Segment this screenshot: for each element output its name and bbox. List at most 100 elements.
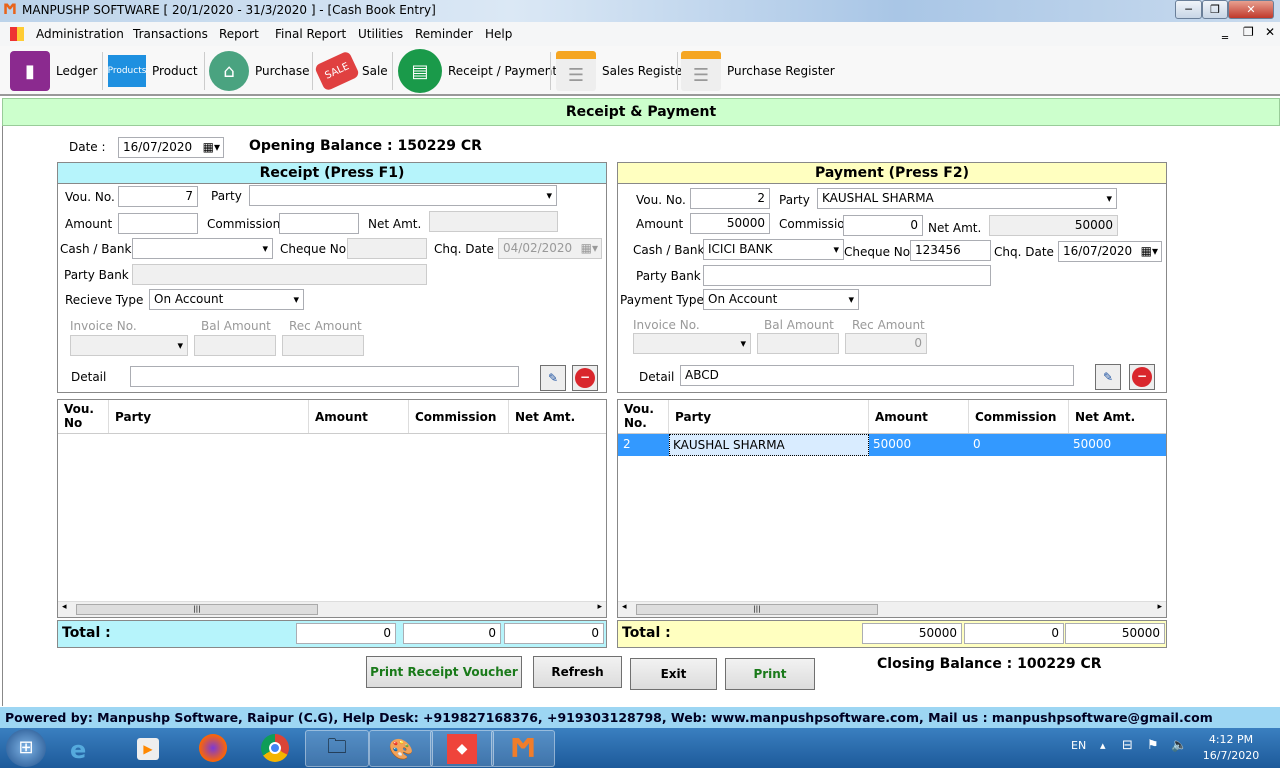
payment-commission-input[interactable]: 0 [843,215,923,236]
receipt-panel-title: Receipt (Press F1) [58,163,606,184]
internet-explorer-icon[interactable]: e [70,736,86,764]
scroll-left-icon[interactable]: ◂ [62,602,67,612]
scroll-thumb[interactable]: ||| [76,604,318,615]
payment-cash-bank-select[interactable]: ICICI BANK [703,239,844,260]
payment-detail-input[interactable]: ABCD [680,365,1074,386]
payment-delete-button[interactable]: − [1129,364,1155,390]
manpushp-logo-icon: Ϻ [510,733,536,764]
receipt-party-bank-label: Party Bank [64,268,129,282]
clock[interactable]: 4:12 PM 16/7/2020 [1200,732,1262,764]
network-icon[interactable]: ⊟ [1122,738,1133,753]
receipt-commission-input[interactable] [279,213,359,234]
basket-icon: ⌂ [209,51,249,91]
paint-task[interactable]: 🎨 [369,730,433,767]
column-header[interactable]: Vou. No [58,400,109,433]
receipt-vou-input[interactable]: 7 [118,186,198,207]
receipt-total-row: Total : 0 0 0 [57,620,607,648]
horizontal-scrollbar[interactable]: ◂ ||| ▸ [58,601,606,617]
payment-edit-button[interactable]: ✎ [1095,364,1121,390]
payment-commission-label: Commission [779,217,853,231]
payment-chq-date-picker[interactable]: 16/07/2020 ▦▾ [1058,241,1162,262]
show-hidden-icons[interactable]: ▴ [1100,739,1106,752]
column-header[interactable]: Vou. No. [618,400,669,433]
toolbar-receipt-payment-button[interactable]: ▤ Receipt / Payment [398,46,557,96]
column-header[interactable]: Amount [309,400,409,433]
media-player-icon[interactable]: ▶ [137,738,159,760]
language-indicator[interactable]: EN [1071,739,1086,752]
column-header[interactable]: Commission [409,400,509,433]
toolbar-sale-button[interactable]: SALE Sale [313,46,388,96]
menu-utilities[interactable]: Utilities [358,27,403,41]
menu-report[interactable]: Report [219,27,259,41]
manpushp-task[interactable]: Ϻ [491,730,555,767]
receipt-cash-bank-select[interactable] [132,238,273,259]
toolbar-ledger-button[interactable]: ▮ Ledger [10,46,97,96]
menu-final-report[interactable]: Final Report [275,27,346,41]
maximize-button[interactable]: ❐ [1202,0,1228,19]
column-header[interactable]: Commission [969,400,1069,433]
payment-vou-input[interactable]: 2 [690,188,770,209]
payment-cheque-input[interactable]: 123456 [910,240,991,261]
toolbar-purchase-button[interactable]: ⌂ Purchase [209,46,310,96]
toolbar-label: Sale [362,64,388,78]
receipt-amount-input[interactable] [118,213,198,234]
mdi-close-button[interactable]: ✕ [1265,25,1275,39]
exit-button[interactable]: Exit [630,658,717,690]
scroll-right-icon[interactable]: ▸ [597,602,602,612]
products-icon: Products [108,55,146,87]
print-button[interactable]: Print [725,658,815,690]
menu-help[interactable]: Help [485,27,512,41]
payment-bal-label: Bal Amount [764,318,834,332]
action-center-flag-icon[interactable]: ⚑ [1147,738,1159,753]
mdi-icon [10,27,24,41]
menu-administration[interactable]: Administration [36,27,124,41]
toolbar-purchase-register-button[interactable]: ☰ Purchase Register [681,46,835,96]
volume-icon[interactable]: 🔈 [1171,738,1187,753]
payment-amount-input[interactable]: 50000 [690,213,770,234]
file-explorer-task[interactable]: 🗀 [305,730,369,767]
column-header[interactable]: Net Amt. [1069,400,1166,433]
menu-reminder[interactable]: Reminder [415,27,473,41]
receipt-total-amount: 0 [296,623,396,644]
column-header[interactable]: Party [109,400,309,433]
scroll-right-icon[interactable]: ▸ [1157,602,1162,612]
payment-party-select[interactable]: KAUSHAL SHARMA [817,188,1117,209]
scroll-thumb[interactable]: ||| [636,604,878,615]
chrome-icon[interactable] [261,734,289,762]
scroll-left-icon[interactable]: ◂ [622,602,627,612]
date-picker[interactable]: 16/07/2020 ▦▾ [118,137,224,158]
column-header[interactable]: Party [669,400,869,433]
minimize-button[interactable]: ─ [1175,0,1202,19]
start-button[interactable]: ⊞ [6,729,46,767]
anydesk-icon: ◆ [447,733,477,764]
horizontal-scrollbar[interactable]: ◂ ||| ▸ [618,601,1166,617]
table-row[interactable]: 2 KAUSHAL SHARMA 50000 0 50000 [618,434,1166,456]
menu-transactions[interactable]: Transactions [133,27,208,41]
anydesk-task[interactable]: ◆ [430,730,494,767]
toolbar-sales-register-button[interactable]: ☰ Sales Register [556,46,687,96]
page-title: Receipt & Payment [2,98,1280,126]
mdi-restore-button[interactable]: ❐ [1243,25,1254,39]
receipt-delete-button[interactable]: − [572,365,598,391]
toolbar-label: Purchase Register [727,64,835,78]
toolbar-product-button[interactable]: Products Product [108,46,198,96]
column-header[interactable]: Net Amt. [509,400,606,433]
close-button[interactable]: ✕ [1228,0,1274,19]
mdi-minimize-button[interactable]: ‗ [1222,25,1228,39]
column-header[interactable]: Amount [869,400,969,433]
receipt-grid: Vou. No Party Amount Commission Net Amt.… [57,399,607,618]
receipt-net-label: Net Amt. [368,217,422,231]
print-receipt-voucher-button[interactable]: Print Receipt Voucher [366,656,522,688]
payment-party-bank-input[interactable] [703,265,991,286]
refresh-button[interactable]: Refresh [533,656,622,688]
payment-type-select[interactable]: On Account [703,289,859,310]
edit-icon: ✎ [1102,370,1114,384]
receipt-edit-button[interactable]: ✎ [540,365,566,391]
firefox-icon[interactable] [199,734,227,762]
receipt-cash-bank-label: Cash / Bank [60,242,132,256]
footer-info: Powered by: Manpushp Software, Raipur (C… [0,707,1280,728]
receipt-type-select[interactable]: On Account [149,289,304,310]
receipt-party-select[interactable] [249,185,557,206]
payment-type-label: Payment Type [620,293,704,307]
receipt-detail-input[interactable] [130,366,519,387]
